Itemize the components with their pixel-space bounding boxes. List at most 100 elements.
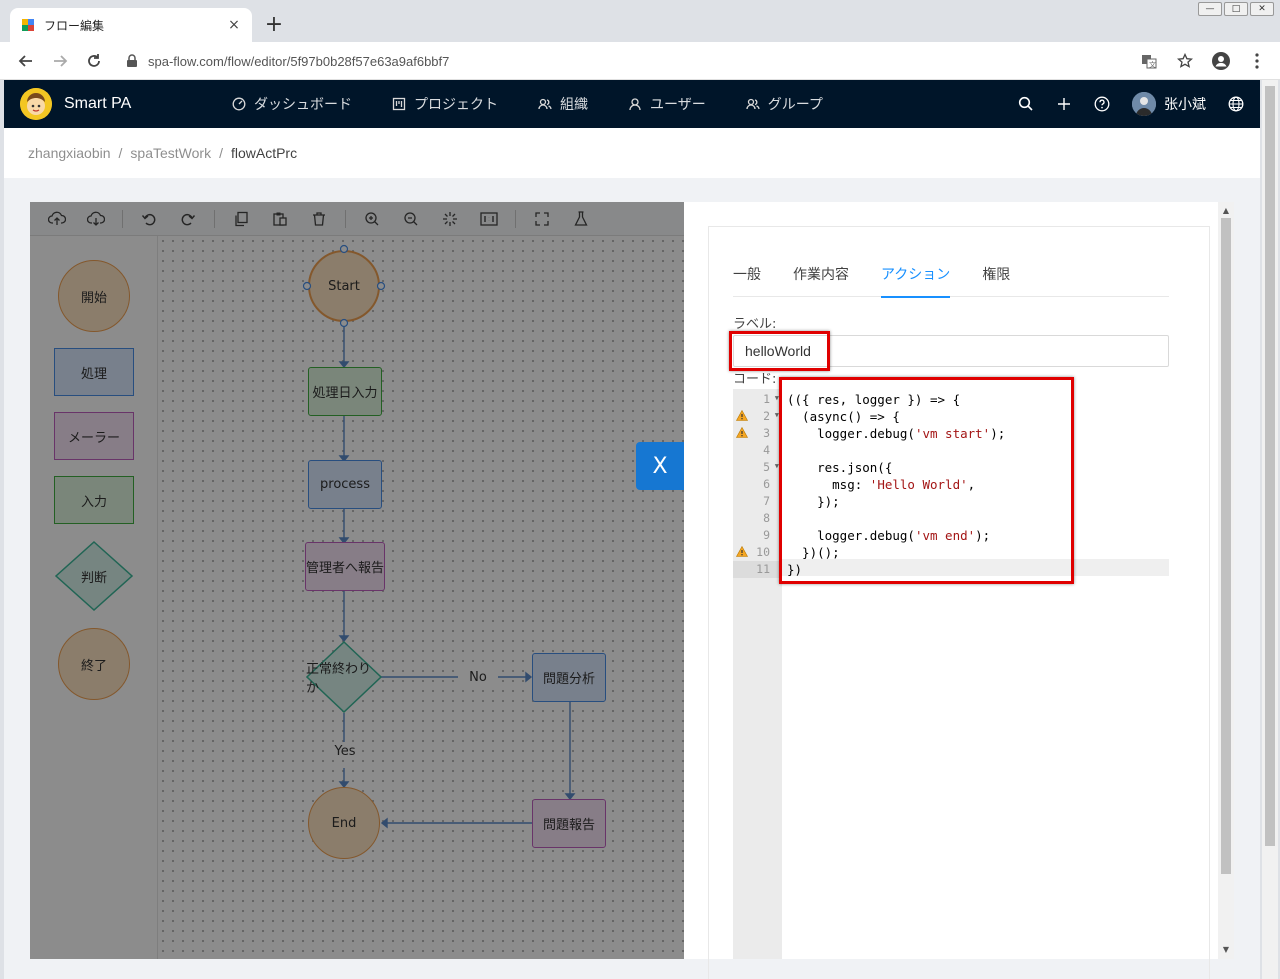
line-number: 8 bbox=[733, 510, 782, 527]
user-menu[interactable]: 张小斌 bbox=[1132, 92, 1206, 116]
warning-icon[interactable] bbox=[735, 426, 749, 441]
nav-dashboard[interactable]: ダッシュボード bbox=[232, 94, 352, 114]
browser-menu-icon[interactable] bbox=[1246, 48, 1268, 74]
line-number-text: 3 bbox=[763, 426, 770, 440]
group-icon bbox=[746, 98, 760, 110]
project-icon bbox=[392, 97, 406, 111]
line-number-text: 4 bbox=[763, 443, 770, 457]
tab-work-content[interactable]: 作業内容 bbox=[793, 258, 849, 297]
line-number: 3 bbox=[733, 425, 782, 442]
page-scrollbar[interactable] bbox=[1262, 80, 1278, 979]
line-number-text: 2 bbox=[763, 409, 770, 423]
line-number-text: 8 bbox=[763, 511, 770, 525]
scroll-down-icon[interactable]: ▼ bbox=[1218, 943, 1234, 957]
nav-group-label: グループ bbox=[767, 97, 823, 113]
drawer-close-button[interactable]: X bbox=[636, 442, 684, 490]
user-name: 张小斌 bbox=[1164, 97, 1206, 113]
plus-icon[interactable] bbox=[1056, 96, 1072, 112]
back-arrow-icon bbox=[18, 54, 32, 67]
bookmark-star-icon[interactable] bbox=[1174, 48, 1196, 74]
line-number: 9 bbox=[733, 527, 782, 544]
code-gutter: 1 ▼ 2 ▼ 3 4 5 ▼ 6 7 8 9 10 11 bbox=[733, 389, 782, 959]
maximize-button[interactable]: □ bbox=[1224, 2, 1248, 16]
tab-permission[interactable]: 権限 bbox=[982, 258, 1010, 297]
new-tab-button[interactable]: + bbox=[262, 14, 286, 38]
breadcrumb-item[interactable]: spaTestWork bbox=[130, 145, 211, 161]
code-highlight-box bbox=[779, 377, 1074, 584]
translate-icon[interactable]: 文 bbox=[1138, 48, 1160, 74]
line-number-text: 6 bbox=[763, 477, 770, 491]
user-icon bbox=[629, 98, 641, 111]
nav-organization[interactable]: 組織 bbox=[538, 94, 588, 114]
line-number-text: 9 bbox=[763, 528, 770, 542]
reload-icon bbox=[88, 53, 100, 67]
modal-overlay[interactable] bbox=[30, 202, 684, 959]
nav-dashboard-label: ダッシュボード bbox=[254, 97, 352, 113]
property-tabs: 一般 作業内容 アクション 権限 bbox=[733, 258, 1169, 298]
svg-text:文: 文 bbox=[1149, 60, 1156, 69]
warning-icon[interactable] bbox=[735, 545, 749, 560]
breadcrumb-item[interactable]: zhangxiaobin bbox=[28, 145, 111, 161]
header-actions: 张小斌 bbox=[1018, 80, 1244, 128]
line-number: 11 bbox=[733, 561, 782, 578]
nav-user[interactable]: ユーザー bbox=[628, 94, 706, 114]
line-number-text: 7 bbox=[763, 494, 770, 508]
nav-project[interactable]: プロジェクト bbox=[392, 94, 498, 114]
url-text: spa-flow.com/flow/editor/5f97b0b28f57e63… bbox=[148, 53, 450, 69]
line-number: 7 bbox=[733, 493, 782, 510]
window-close-button[interactable]: ✕ bbox=[1250, 2, 1274, 16]
profile-icon[interactable] bbox=[1210, 48, 1232, 74]
forward-arrow-icon bbox=[54, 54, 68, 67]
breadcrumb: zhangxiaobin / spaTestWork / flowActPrc bbox=[4, 128, 1260, 178]
breadcrumb-separator: / bbox=[219, 145, 223, 161]
browser-tab[interactable]: フロー編集 × bbox=[10, 8, 252, 42]
line-number-text: 11 bbox=[756, 562, 770, 576]
line-number-text: 10 bbox=[756, 545, 770, 559]
dashboard-icon bbox=[232, 97, 246, 111]
line-number-text: 1 bbox=[763, 392, 770, 406]
minimize-button[interactable]: — bbox=[1198, 2, 1222, 16]
nav-organization-label: 組織 bbox=[560, 97, 588, 113]
back-button[interactable] bbox=[10, 46, 42, 76]
lock-icon bbox=[127, 54, 137, 67]
help-icon[interactable] bbox=[1094, 96, 1110, 112]
nav-user-label: ユーザー bbox=[650, 97, 706, 113]
address-bar[interactable]: spa-flow.com/flow/editor/5f97b0b28f57e63… bbox=[114, 46, 1204, 76]
line-number: 10 bbox=[733, 544, 782, 561]
search-icon[interactable] bbox=[1018, 96, 1034, 112]
nav-group[interactable]: グループ bbox=[746, 94, 823, 114]
browser-toolbar: spa-flow.com/flow/editor/5f97b0b28f57e63… bbox=[0, 42, 1280, 80]
forward-button[interactable] bbox=[44, 46, 76, 76]
tab-general[interactable]: 一般 bbox=[733, 258, 761, 297]
warning-icon[interactable] bbox=[735, 409, 749, 424]
organization-icon bbox=[538, 98, 552, 110]
main-nav: ダッシュボード プロジェクト 組織 ユーザー グループ bbox=[232, 80, 863, 128]
drawer-scrollbar[interactable]: ▲ ▼ bbox=[1218, 202, 1234, 959]
toolbar-right: 文 bbox=[1138, 48, 1268, 74]
nav-project-label: プロジェクト bbox=[414, 97, 498, 113]
breadcrumb-separator: / bbox=[118, 145, 123, 161]
app-logo[interactable] bbox=[20, 88, 52, 120]
tab-title: フロー編集 bbox=[44, 18, 105, 33]
scroll-thumb[interactable] bbox=[1221, 218, 1231, 874]
line-number: 6 bbox=[733, 476, 782, 493]
line-number: 4 bbox=[733, 442, 782, 459]
label-field-caption: ラベル: bbox=[733, 317, 777, 332]
app-header: Smart PA ダッシュボード プロジェクト 組織 ユーザー グループ 张小斌 bbox=[4, 80, 1260, 128]
line-number: 2 ▼ bbox=[733, 408, 782, 425]
breadcrumb-current: flowActPrc bbox=[230, 145, 298, 161]
reload-button[interactable] bbox=[78, 46, 110, 76]
line-number: 5 ▼ bbox=[733, 459, 782, 476]
page-scroll-thumb[interactable] bbox=[1265, 86, 1275, 846]
avatar bbox=[1132, 92, 1156, 116]
app-name[interactable]: Smart PA bbox=[64, 95, 131, 113]
logo-face-icon bbox=[20, 88, 52, 120]
window-controls: — □ ✕ bbox=[1198, 2, 1274, 16]
tab-close-icon[interactable]: × bbox=[226, 17, 242, 33]
line-number-text: 5 bbox=[763, 460, 770, 474]
label-highlight-box bbox=[729, 331, 830, 371]
tab-action[interactable]: アクション bbox=[881, 258, 951, 298]
line-number: 1 ▼ bbox=[733, 391, 782, 408]
scroll-up-icon[interactable]: ▲ bbox=[1218, 204, 1234, 218]
globe-icon[interactable] bbox=[1228, 96, 1244, 112]
